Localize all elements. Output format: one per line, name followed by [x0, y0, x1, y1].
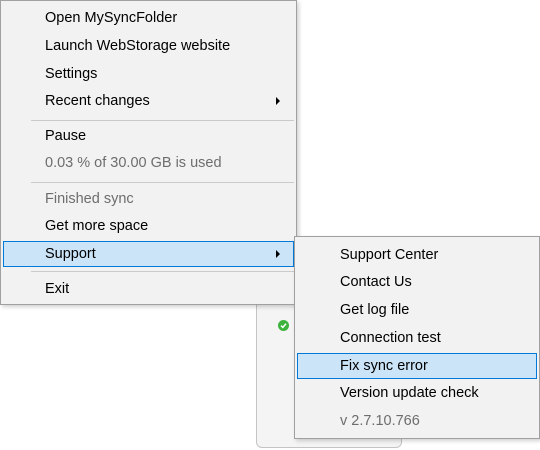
version-label: v 2.7.10.766: [340, 413, 420, 429]
recent-changes-label: Recent changes: [45, 93, 150, 109]
settings-label: Settings: [45, 66, 98, 82]
open-mysyncfolder-label: Open MySyncFolder: [45, 10, 178, 26]
support-label: Support: [45, 246, 96, 262]
menu-separator: [31, 271, 294, 272]
submenu-arrow-icon: [276, 97, 280, 105]
sync-status-label: Finished sync: [45, 191, 134, 207]
connection-test-item[interactable]: Connection test: [297, 325, 537, 351]
support-center-item[interactable]: Support Center: [297, 242, 537, 268]
launch-website-item[interactable]: Launch WebStorage website: [3, 33, 294, 59]
menu-separator: [31, 120, 294, 121]
contact-us-label: Contact Us: [340, 274, 412, 290]
exit-item[interactable]: Exit: [3, 276, 294, 302]
storage-usage-item: 0.03 % of 30.00 GB is used: [3, 150, 294, 176]
pause-label: Pause: [45, 128, 87, 144]
exit-label: Exit: [45, 281, 70, 297]
support-submenu: Support Center Contact Us Get log file C…: [294, 236, 540, 439]
sync-ok-check-icon: [278, 320, 289, 331]
get-more-space-label: Get more space: [45, 218, 149, 234]
storage-usage-label: 0.03 % of 30.00 GB is used: [45, 155, 222, 171]
open-mysyncfolder-item[interactable]: Open MySyncFolder: [3, 5, 294, 31]
connection-test-label: Connection test: [340, 330, 441, 346]
tray-context-menu: Open MySyncFolder Launch WebStorage webs…: [0, 0, 297, 305]
get-log-file-item[interactable]: Get log file: [297, 297, 537, 323]
version-update-check-label: Version update check: [340, 385, 479, 401]
support-center-label: Support Center: [340, 247, 439, 263]
recent-changes-item[interactable]: Recent changes: [3, 88, 294, 114]
support-item[interactable]: Support: [3, 241, 294, 267]
submenu-arrow-icon: [276, 250, 280, 258]
sync-status-item: Finished sync: [3, 186, 294, 212]
menu-separator: [31, 182, 294, 183]
pause-item[interactable]: Pause: [3, 123, 294, 149]
fix-sync-error-label: Fix sync error: [340, 358, 428, 374]
version-update-check-item[interactable]: Version update check: [297, 380, 537, 406]
launch-website-label: Launch WebStorage website: [45, 38, 231, 54]
fix-sync-error-item[interactable]: Fix sync error: [297, 353, 537, 379]
get-log-file-label: Get log file: [340, 302, 410, 318]
get-more-space-item[interactable]: Get more space: [3, 213, 294, 239]
settings-item[interactable]: Settings: [3, 61, 294, 87]
contact-us-item[interactable]: Contact Us: [297, 269, 537, 295]
version-item: v 2.7.10.766: [297, 408, 537, 434]
